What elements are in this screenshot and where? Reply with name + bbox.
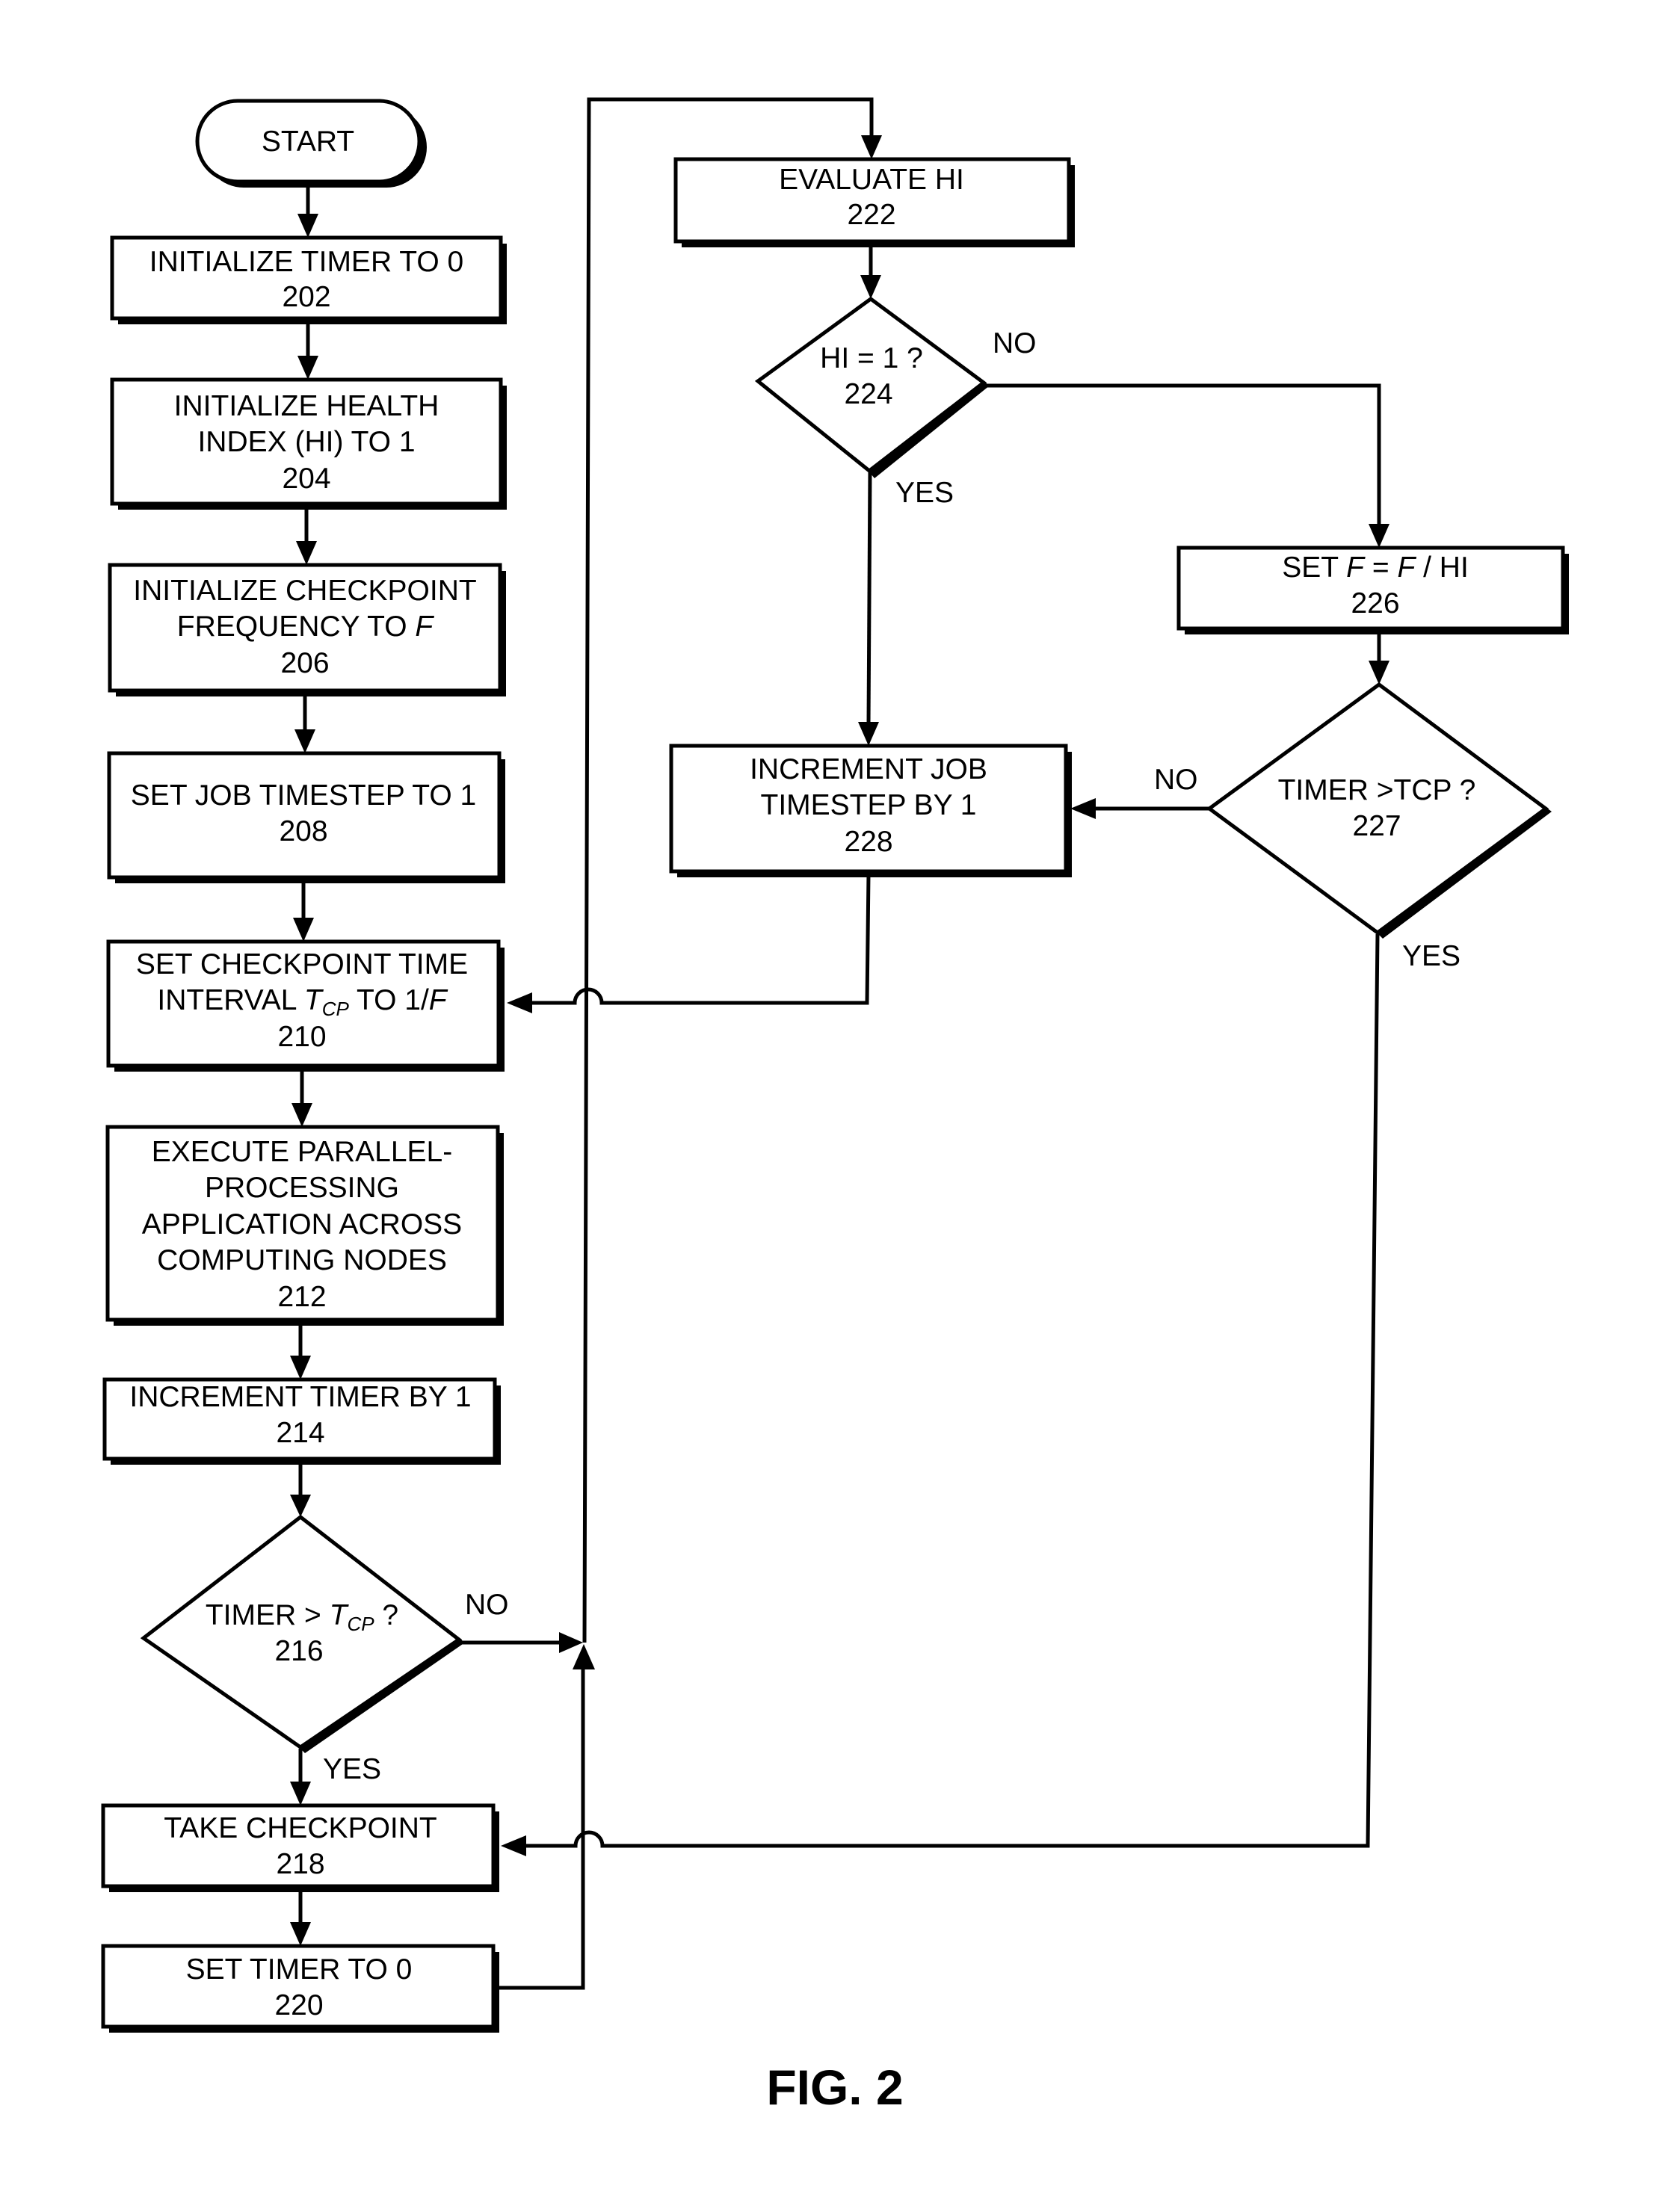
- edge-224-226-no: [987, 383, 1381, 527]
- process-226: SET F = F / HI 226: [1176, 546, 1569, 634]
- process-228: INCREMENT JOB TIMESTEP BY 1 228: [669, 744, 1072, 877]
- edge-220-loop: [497, 1666, 585, 1990]
- process-222-text: EVALUATE HI: [779, 164, 964, 196]
- arrowhead-left: [1070, 798, 1096, 819]
- process-212-text-1: EXECUTE PARALLEL-: [152, 1136, 452, 1168]
- process-218-ref: 218: [276, 1848, 324, 1880]
- process-202: INITIALIZE TIMER TO 0 202: [110, 235, 507, 324]
- arrowhead-down: [290, 1782, 311, 1805]
- process-206-ref: 206: [280, 647, 329, 679]
- process-214-text: INCREMENT TIMER BY 1: [129, 1381, 471, 1413]
- process-212-ref: 212: [277, 1281, 326, 1313]
- process-210: SET CHECKPOINT TIME INTERVAL TCP TO 1/F …: [106, 939, 505, 1072]
- decision-216-no-label: NO: [465, 1589, 509, 1621]
- decision-227-no-label: NO: [1154, 764, 1198, 796]
- process-204-text-1: INITIALIZE HEALTH: [174, 390, 439, 422]
- process-222-ref: 222: [847, 199, 895, 231]
- arrowhead-down: [858, 722, 879, 746]
- arrowhead-down: [297, 356, 318, 380]
- start-terminal: START: [195, 99, 427, 188]
- process-202-text: INITIALIZE TIMER TO 0: [149, 246, 463, 278]
- arrowhead-down: [292, 1103, 312, 1127]
- process-222: EVALUATE HI 222: [673, 157, 1075, 247]
- process-204-text-2: INDEX (HI) TO 1: [197, 426, 415, 458]
- process-228-ref: 228: [844, 826, 892, 858]
- decision-227: TIMER >TCP ? 227: [1206, 682, 1552, 939]
- arrowhead-down: [293, 918, 314, 942]
- flowchart-canvas: START INITIALIZE TIMER TO 0 202 INITIALI…: [101, 97, 1569, 2115]
- process-206-text-2: FREQUENCY TO F: [177, 611, 435, 643]
- process-220: SET TIMER TO 0 220: [101, 1944, 499, 2033]
- process-218: TAKE CHECKPOINT 218: [101, 1803, 499, 1892]
- edge-227-218-yes: [523, 933, 1380, 1848]
- arrowhead-down: [296, 541, 317, 565]
- decision-224-yes-label: YES: [895, 477, 954, 509]
- decision-224: HI = 1 ? 224: [754, 296, 990, 478]
- process-210-text-1: SET CHECKPOINT TIME: [136, 948, 468, 980]
- process-220-text: SET TIMER TO 0: [186, 1953, 413, 1986]
- arrowhead-down: [861, 135, 882, 159]
- arrowhead-down: [1369, 524, 1389, 548]
- process-212-text-3: APPLICATION ACROSS: [142, 1208, 462, 1241]
- process-228-text-2: TIMESTEP BY 1: [761, 789, 977, 821]
- decision-216-ref: 216: [274, 1635, 323, 1667]
- process-212: EXECUTE PARALLEL- PROCESSING APPLICATION…: [105, 1125, 504, 1326]
- arrowhead-down: [860, 275, 881, 299]
- decision-224-ref: 224: [844, 378, 892, 410]
- arrowhead-down: [290, 1922, 311, 1946]
- process-210-ref: 210: [277, 1021, 326, 1053]
- edge-228-210: [529, 874, 871, 1005]
- start-label: START: [262, 126, 354, 158]
- decision-224-no-label: NO: [993, 327, 1037, 359]
- arrowhead-down: [294, 729, 315, 753]
- arrowhead-down: [1369, 661, 1389, 685]
- decision-227-question: TIMER >TCP ?: [1278, 774, 1476, 806]
- process-212-text-2: PROCESSING: [205, 1172, 399, 1204]
- decision-227-yes-label: YES: [1402, 940, 1460, 972]
- process-208: SET JOB TIMESTEP TO 1 208: [107, 751, 505, 883]
- edge-224-228-yes: [866, 470, 872, 726]
- process-210-text-2: INTERVAL TCP TO 1/F: [157, 984, 448, 1020]
- process-228-text-1: INCREMENT JOB: [750, 753, 987, 785]
- process-226-text: SET F = F / HI: [1282, 552, 1469, 584]
- decision-216: TIMER > TCP ? 216: [140, 1514, 465, 1753]
- process-218-text: TAKE CHECKPOINT: [164, 1812, 437, 1844]
- process-226-ref: 226: [1351, 587, 1399, 620]
- arrowhead-left: [501, 1835, 526, 1856]
- decision-224-question: HI = 1 ?: [820, 342, 923, 374]
- decision-216-yes-label: YES: [323, 1753, 381, 1785]
- process-208-ref: 208: [279, 815, 327, 847]
- arrowhead-left: [507, 992, 532, 1013]
- process-204: INITIALIZE HEALTH INDEX (HI) TO 1 204: [110, 377, 507, 510]
- arrowhead-up: [573, 1644, 595, 1669]
- process-206: INITIALIZE CHECKPOINT FREQUENCY TO F 206: [108, 563, 506, 696]
- process-204-ref: 204: [282, 463, 330, 495]
- arrowhead-right: [559, 1632, 583, 1653]
- arrowhead-down: [297, 214, 318, 238]
- process-220-ref: 220: [274, 1989, 323, 2021]
- decision-227-ref: 227: [1352, 810, 1401, 842]
- arrowhead-down: [290, 1495, 311, 1517]
- process-208-text: SET JOB TIMESTEP TO 1: [131, 779, 476, 812]
- process-206-text-1: INITIALIZE CHECKPOINT: [133, 575, 476, 607]
- process-214: INCREMENT TIMER BY 1 214: [102, 1377, 501, 1465]
- process-202-ref: 202: [282, 281, 330, 313]
- arrowhead-down: [290, 1356, 311, 1380]
- process-212-text-4: COMPUTING NODES: [157, 1244, 447, 1276]
- process-214-ref: 214: [276, 1417, 324, 1449]
- figure-caption: FIG. 2: [766, 2060, 903, 2115]
